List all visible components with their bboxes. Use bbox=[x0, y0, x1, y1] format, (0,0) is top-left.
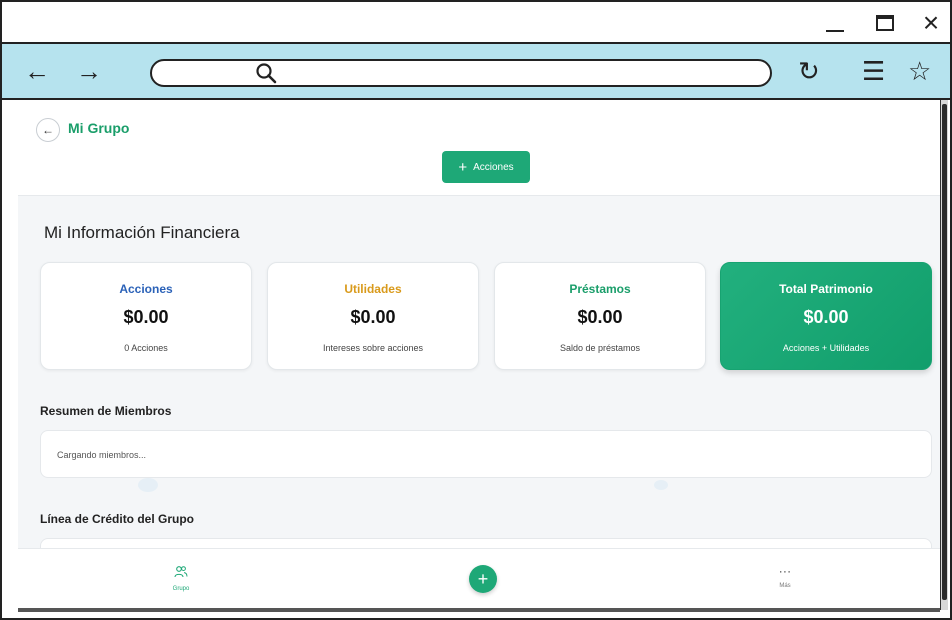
card-label: Acciones bbox=[119, 282, 173, 296]
more-icon: ⋯ bbox=[778, 564, 792, 579]
forward-button[interactable]: → bbox=[76, 56, 102, 86]
section-title: Mi Información Financiera bbox=[44, 223, 240, 242]
search-icon bbox=[254, 62, 280, 91]
close-button[interactable]: × bbox=[918, 7, 944, 38]
maximize-button[interactable] bbox=[872, 10, 898, 36]
minimize-button[interactable] bbox=[822, 10, 848, 36]
card-prestamos[interactable]: Préstamos $0.00 Saldo de préstamos bbox=[494, 262, 706, 370]
card-label: Total Patrimonio bbox=[779, 282, 873, 296]
card-value: $0.00 bbox=[577, 307, 623, 327]
plus-icon: + bbox=[477, 568, 489, 589]
card-value: $0.00 bbox=[123, 307, 169, 327]
group-icon bbox=[151, 565, 211, 582]
card-subtitle: 0 Acciones bbox=[124, 343, 168, 353]
title-bar: × bbox=[2, 2, 950, 44]
page-viewport: ← Mi Grupo + Acciones Mi Información Fin… bbox=[18, 100, 940, 610]
members-section-title: Resumen de Miembros bbox=[40, 404, 172, 418]
app-header: ← Mi Grupo + Acciones bbox=[18, 100, 940, 196]
address-bar[interactable] bbox=[150, 59, 772, 87]
card-utilidades[interactable]: Utilidades $0.00 Intereses sobre accione… bbox=[267, 262, 479, 370]
arrow-right-icon: → bbox=[76, 55, 102, 86]
card-label: Préstamos bbox=[569, 282, 631, 296]
vertical-scrollbar[interactable] bbox=[940, 100, 948, 610]
credit-section-title: Línea de Crédito del Grupo bbox=[40, 512, 195, 526]
reload-icon: ↻ bbox=[798, 55, 820, 86]
acciones-button-label: Acciones bbox=[473, 161, 514, 173]
card-acciones[interactable]: Acciones $0.00 0 Acciones bbox=[40, 262, 252, 370]
nav-item-label: Grupo bbox=[172, 586, 190, 592]
card-subtitle: Acciones + Utilidades bbox=[782, 343, 870, 353]
horizontal-scrollbar[interactable] bbox=[18, 608, 940, 612]
bookmark-button[interactable]: ☆ bbox=[908, 56, 931, 86]
menu-button[interactable]: ☰ bbox=[862, 56, 885, 86]
card-value: $0.00 bbox=[803, 307, 849, 327]
close-icon: × bbox=[922, 7, 940, 38]
back-button[interactable]: ← bbox=[24, 56, 50, 86]
card-subtitle: Saldo de préstamos bbox=[559, 343, 641, 353]
add-button[interactable]: + bbox=[469, 565, 497, 593]
browser-nav-bar: ← → ↻ ☰ ☆ bbox=[2, 44, 950, 100]
maximize-icon bbox=[876, 15, 894, 31]
decor-dot bbox=[138, 478, 158, 492]
page-title: Mi Grupo bbox=[68, 120, 130, 136]
card-label: Utilidades bbox=[344, 282, 402, 296]
back-button[interactable]: ← bbox=[36, 118, 60, 142]
nav-item-grupo[interactable]: Grupo bbox=[151, 565, 211, 592]
card-total-patrimonio[interactable]: Total Patrimonio $0.00 Acciones + Utilid… bbox=[720, 262, 932, 370]
bottom-nav: Grupo + ⋯ Más bbox=[18, 548, 940, 610]
star-icon: ☆ bbox=[908, 55, 932, 86]
plus-icon: + bbox=[458, 158, 468, 176]
members-loading-text: Cargando miembros... bbox=[57, 450, 147, 460]
card-value: $0.00 bbox=[350, 307, 396, 327]
minimize-icon bbox=[826, 30, 844, 32]
scrollbar-thumb[interactable] bbox=[942, 104, 947, 600]
card-subtitle: Intereses sobre acciones bbox=[322, 343, 424, 353]
nav-item-label: Más bbox=[779, 583, 791, 589]
menu-icon: ☰ bbox=[862, 55, 886, 86]
members-list: Cargando miembros... bbox=[40, 430, 932, 478]
acciones-button[interactable]: + Acciones bbox=[442, 151, 530, 183]
arrow-left-icon: ← bbox=[42, 123, 54, 137]
arrow-left-icon: ← bbox=[24, 55, 50, 86]
decor-dot bbox=[654, 480, 668, 490]
nav-item-mas[interactable]: ⋯ Más bbox=[755, 564, 815, 590]
reload-button[interactable]: ↻ bbox=[798, 56, 820, 86]
